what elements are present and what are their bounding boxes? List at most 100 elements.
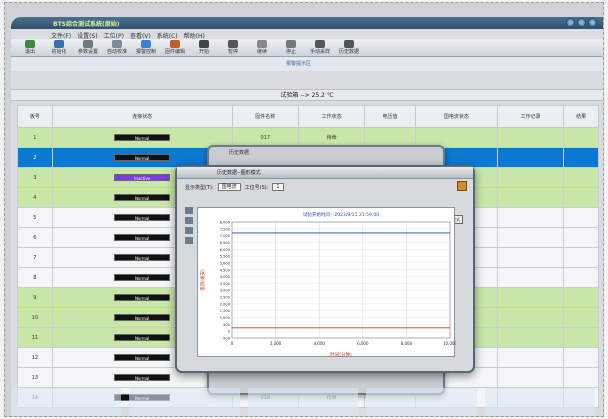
- status-badge: Normal: [114, 153, 171, 161]
- column-header[interactable]: 板号: [17, 105, 53, 128]
- toolbar-button-label: 报警控制: [135, 49, 156, 55]
- minimize-button[interactable]: [566, 18, 575, 27]
- empty-cell: [496, 127, 565, 148]
- num-cell: 12: [17, 347, 53, 368]
- close-button[interactable]: [588, 18, 597, 27]
- empty-cell: [496, 247, 565, 268]
- y-tick-label: -500: [222, 337, 231, 341]
- toolbar-button[interactable]: 历史数据: [336, 39, 362, 56]
- toolbar-button[interactable]: 初始化: [46, 39, 72, 56]
- firmware-icon: [170, 40, 180, 48]
- empty-cell: [496, 267, 565, 288]
- status-badge: Normal: [114, 373, 171, 381]
- history-icon: [344, 40, 354, 48]
- status-badge: Normal: [114, 313, 171, 321]
- status-badge: Normal: [114, 333, 171, 341]
- maximize-button[interactable]: [577, 18, 586, 27]
- stop-icon: [286, 40, 296, 48]
- calibrate-icon: [112, 40, 122, 48]
- num-cell: 9: [17, 287, 53, 308]
- x-tick-label: 10,000: [443, 341, 456, 346]
- cursor-icon[interactable]: [185, 207, 193, 214]
- zoom-in-icon[interactable]: [185, 217, 193, 224]
- empty-cell: [496, 187, 565, 208]
- toolbar-button-label: 历史数据: [338, 49, 359, 55]
- y-tick-label: 1,500: [220, 309, 231, 313]
- empty-cell: [496, 347, 565, 368]
- num-cell: 8: [17, 267, 53, 288]
- pan-icon[interactable]: [185, 237, 193, 244]
- x-axis-label: 时间(分钟): [330, 351, 352, 358]
- toolbar-button-label: 参数设置: [77, 49, 98, 55]
- empty-cell: [563, 367, 599, 388]
- y-tick-label: 1,000: [220, 316, 231, 320]
- alarm-area-label: 报警提示区: [286, 61, 312, 67]
- toolbar-button[interactable]: 开始: [191, 39, 217, 56]
- y-tick-label: 5,000: [220, 261, 231, 265]
- plot-frame: [231, 221, 451, 339]
- toolbar-button[interactable]: 退出: [17, 39, 43, 56]
- toolbar-button-label: 手动采样: [309, 49, 330, 55]
- y-tick-label: 5,500: [220, 255, 231, 259]
- empty-cell: [563, 267, 599, 288]
- status-badge: Normal: [114, 193, 171, 201]
- x-tick-label: 6,000: [357, 341, 369, 346]
- status-badge: Normal: [114, 233, 171, 241]
- status-badge: Normal: [114, 353, 171, 361]
- column-header[interactable]: 国电流状态: [414, 105, 498, 128]
- empty-cell: [496, 227, 565, 248]
- zoom-out-icon[interactable]: [185, 227, 193, 234]
- column-header[interactable]: 结果: [563, 105, 599, 128]
- toolbar-button[interactable]: 自动校准: [104, 39, 130, 56]
- title-bar: BTS综合测试系统(原始): [11, 17, 603, 29]
- empty-cell: [496, 307, 565, 328]
- toolbar-button-label: 继续: [256, 49, 267, 55]
- toolbar-button-label: 暂停: [227, 49, 238, 55]
- station-select[interactable]: 1: [272, 183, 284, 191]
- num-cell: 10: [17, 307, 53, 328]
- type-label: 显示类型(T):: [185, 184, 214, 191]
- status-badge: Normal: [114, 293, 171, 301]
- toolbar: 退出 初始化 参数设置 自动校准 报警控制 固件编辑 开始 暂停 继续 停止 手动采样 历史数据: [11, 39, 603, 57]
- status-badge: Normal: [114, 213, 171, 221]
- window-title: BTS综合测试系统(原始): [53, 21, 120, 28]
- app-window: BTS综合测试系统(原始) 文件(F) 设置(S) 工位(P) 查看(V) 系统(C) 帮…: [11, 17, 603, 416]
- dialog-controls: 显示类型(T): 国电流 工位号(S): 1: [185, 183, 284, 191]
- empty-cell: [563, 167, 599, 188]
- num-cell: 1: [17, 127, 53, 148]
- column-header[interactable]: 电压值: [364, 105, 416, 128]
- exit-icon[interactable]: [457, 181, 467, 191]
- y-tick-label: 6,500: [220, 241, 231, 245]
- y-tick-label: 500: [223, 323, 231, 327]
- x-tick-label: 4,000: [313, 341, 325, 346]
- y-tick-label: 2,500: [220, 296, 231, 300]
- toolbar-button[interactable]: 停止: [278, 39, 304, 56]
- status-cell: Normal: [51, 127, 233, 148]
- toolbar-button[interactable]: 固件编辑: [162, 39, 188, 56]
- status-badge: Normal: [114, 133, 171, 141]
- column-header[interactable]: 工作状态: [297, 105, 366, 128]
- decorative-stripes: [11, 388, 603, 416]
- photo-frame: BTS综合测试系统(原始) 文件(F) 设置(S) 工位(P) 查看(V) 系统(C) 帮…: [4, 2, 604, 417]
- empty-cell: [563, 247, 599, 268]
- column-header[interactable]: 连接状态: [51, 105, 233, 128]
- history-chart: 0 2,000 4,000 6,000 8,000 10,000-50005001,000…: [199, 211, 457, 358]
- toolbar-button[interactable]: 手动采样: [307, 39, 333, 56]
- init-icon: [54, 40, 64, 48]
- y-tick-label: 7,500: [220, 227, 231, 231]
- sample-icon: [315, 40, 325, 48]
- column-header[interactable]: 固件名称: [231, 105, 299, 128]
- toolbar-button-label: 退出: [24, 49, 35, 55]
- toolbar-button[interactable]: 报警控制: [133, 39, 159, 56]
- column-header[interactable]: 工作记录: [496, 105, 565, 128]
- chamber-temperature: 试验箱 --> 25.2 ℃: [11, 89, 603, 101]
- y-tick-label: 3,000: [220, 289, 231, 293]
- empty-cell: [563, 287, 599, 308]
- play-icon: [199, 40, 209, 48]
- empty-cell: [563, 307, 599, 328]
- num-cell: 4: [17, 187, 53, 208]
- toolbar-button[interactable]: 继续: [249, 39, 275, 56]
- toolbar-button[interactable]: 暂停: [220, 39, 246, 56]
- type-select[interactable]: 国电流: [217, 183, 241, 191]
- toolbar-button[interactable]: 参数设置: [75, 39, 101, 56]
